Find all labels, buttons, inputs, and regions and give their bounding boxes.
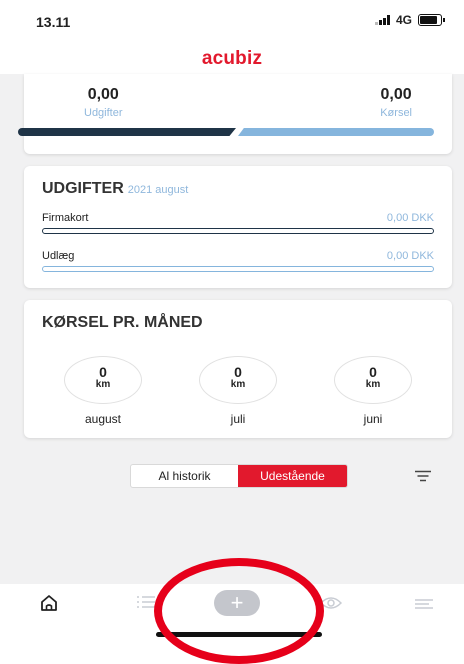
tab-outstanding[interactable]: Udestående — [238, 465, 347, 487]
km-value: 0 — [234, 364, 242, 380]
month-km-circle: 0 km — [64, 356, 142, 404]
driving-total-value: 0,00 — [380, 86, 412, 103]
month-label: juli — [230, 412, 246, 426]
filter-icon[interactable] — [414, 470, 432, 482]
expenses-card[interactable]: UDGIFTER 2021 august Firmakort 0,00 DKK U… — [24, 166, 452, 288]
expenses-section-title: UDGIFTER 2021 august — [42, 180, 188, 198]
driving-share-bar — [238, 128, 434, 136]
company-card-progress — [42, 228, 434, 234]
tab-all-history[interactable]: Al historik — [131, 465, 238, 487]
month-km-circle: 0 km — [199, 356, 277, 404]
expenses-total[interactable]: 0,00 Udgifter — [84, 86, 123, 119]
expenses-share-bar — [18, 128, 236, 136]
history-filter: Al historik Udestående — [130, 464, 348, 488]
list-icon[interactable] — [136, 594, 156, 610]
app-header: acubiz — [0, 44, 464, 74]
add-button[interactable]: + — [214, 590, 260, 616]
status-indicators: 4G — [374, 13, 445, 27]
home-icon[interactable] — [40, 594, 58, 612]
eye-icon[interactable] — [320, 596, 342, 610]
expenses-period: 2021 august — [127, 184, 189, 196]
totals-card: 0,00 Udgifter 0,00 Kørsel — [24, 74, 452, 154]
km-value: 0 — [99, 364, 107, 380]
km-unit: km — [365, 379, 381, 390]
expenses-total-label: Udgifter — [84, 107, 123, 119]
network-type: 4G — [395, 13, 412, 27]
menu-icon[interactable] — [414, 598, 434, 610]
company-card-value: 0,00 DKK — [386, 212, 434, 224]
expenses-title: UDGIFTER — [42, 180, 124, 197]
signal-icon — [374, 15, 390, 25]
month-km-circle: 0 km — [334, 356, 412, 404]
km-value: 0 — [369, 364, 377, 380]
month-label: august — [84, 412, 122, 426]
expenses-total-value: 0,00 — [87, 86, 119, 103]
driving-total-label: Kørsel — [380, 107, 412, 119]
outlay-progress — [42, 266, 434, 272]
month-label: juni — [363, 412, 383, 426]
clock: 13.11 — [36, 14, 71, 30]
km-unit: km — [95, 379, 111, 390]
brand-logo: acubiz — [201, 48, 263, 69]
home-indicator — [156, 632, 322, 637]
status-bar: 13.11 4G — [0, 0, 464, 44]
km-unit: km — [230, 379, 246, 390]
battery-icon — [418, 14, 445, 26]
outlay-label: Udlæg — [42, 250, 75, 262]
driving-section-title: KØRSEL PR. MÅNED — [42, 314, 203, 331]
outlay-value: 0,00 DKK — [386, 250, 434, 262]
company-card-label: Firmakort — [42, 212, 89, 224]
driving-total[interactable]: 0,00 Kørsel — [380, 86, 412, 119]
driving-card[interactable]: KØRSEL PR. MÅNED 0 km august 0 km juli 0… — [24, 300, 452, 438]
